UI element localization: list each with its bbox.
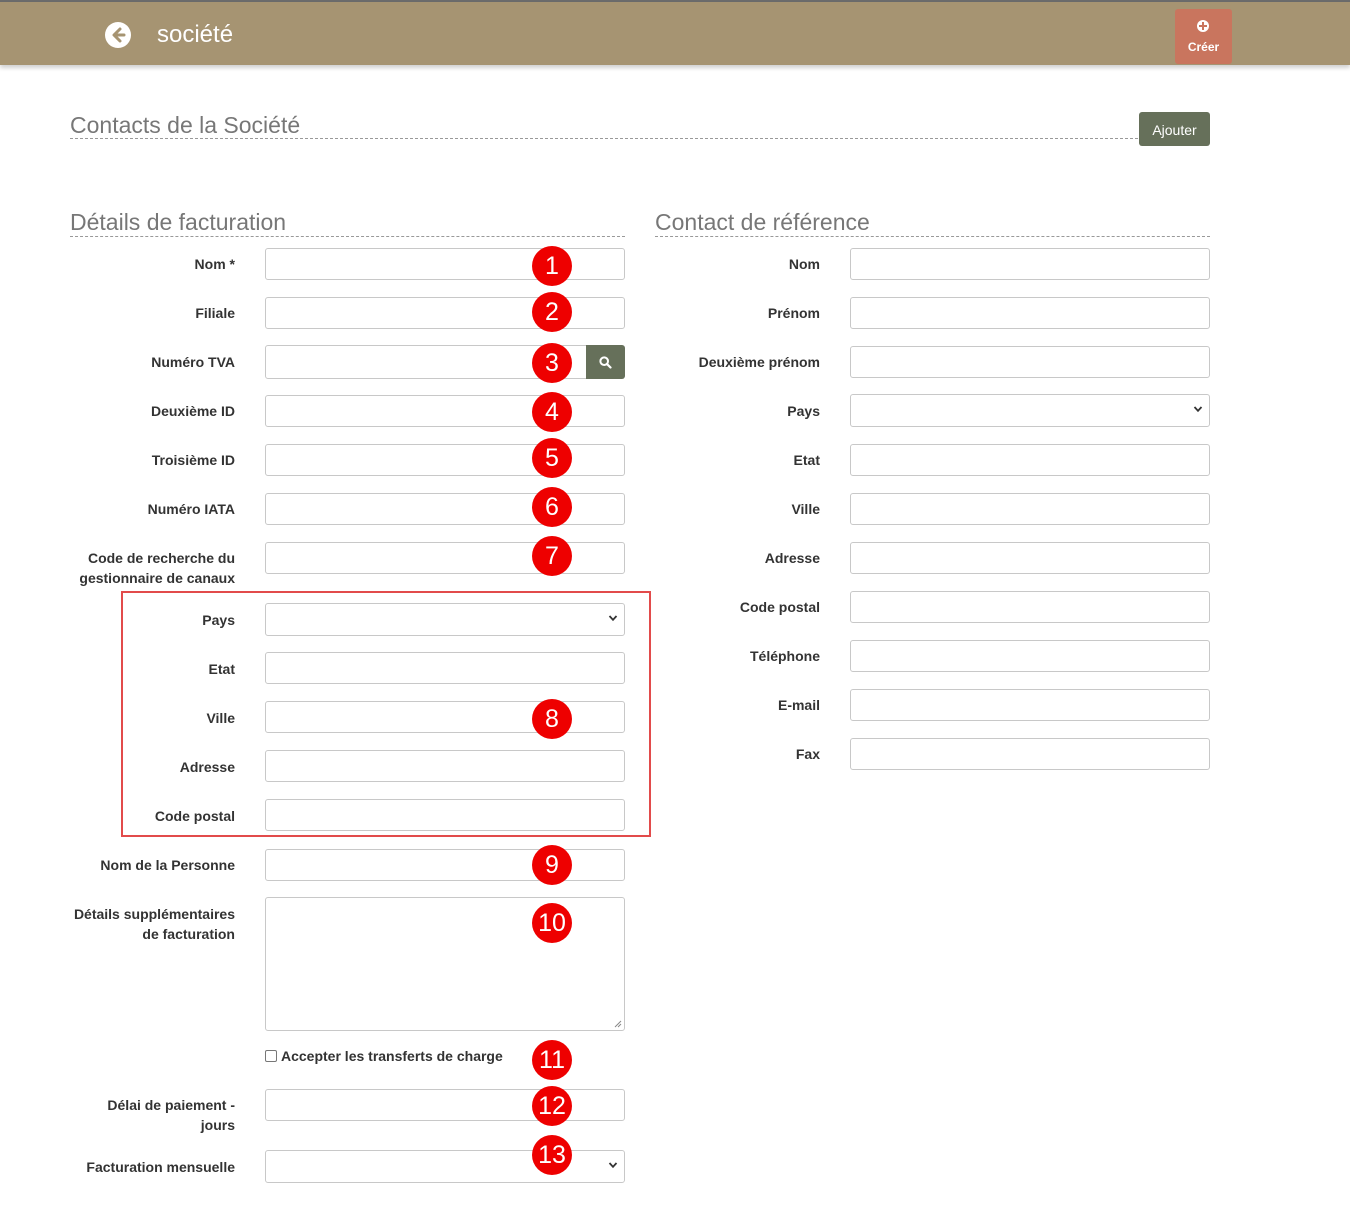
filiale-label: Filiale xyxy=(195,305,235,321)
create-label: Créer xyxy=(1187,40,1220,54)
ref-adresse-input[interactable] xyxy=(850,542,1210,574)
code-recherche-label-line1: Code de recherche du xyxy=(87,550,235,566)
annotation-badge: 5 xyxy=(532,438,572,478)
mensuelle-label: Facturation mensuelle xyxy=(86,1159,235,1175)
resize-grip-icon[interactable] xyxy=(614,1020,622,1028)
page-title: société xyxy=(157,21,234,48)
annotation-badge: 8 xyxy=(532,699,572,739)
personne-label: Nom de la Personne xyxy=(100,857,235,873)
reference-divider xyxy=(655,236,1210,237)
ref-deuxieme-prenom-label: Deuxième prénom xyxy=(698,354,820,370)
ref-email-label: E-mail xyxy=(777,697,820,713)
details-label-line1: Détails supplémentaires xyxy=(73,906,235,922)
annotation-badge: 1 xyxy=(532,246,572,286)
deuxieme-id-label: Deuxième ID xyxy=(150,403,235,419)
delai-label-line1: Délai de paiement - xyxy=(107,1097,235,1113)
chevron-down-icon xyxy=(1193,406,1203,413)
ref-etat-label: Etat xyxy=(793,452,820,468)
ref-code-postal-label: Code postal xyxy=(739,599,820,615)
annotation-badge: 12 xyxy=(532,1086,572,1126)
ref-deuxieme-prenom-input[interactable] xyxy=(850,346,1210,378)
plus-circle-icon xyxy=(1197,20,1209,32)
details-label-line2: de facturation xyxy=(142,926,235,942)
annotation-badge: 2 xyxy=(532,292,572,332)
code-recherche-label-line2: gestionnaire de canaux xyxy=(79,570,235,586)
annotation-badge: 10 xyxy=(532,903,572,943)
contacts-title: Contacts de la Société xyxy=(70,112,301,138)
troisieme-id-label: Troisième ID xyxy=(151,452,235,468)
ref-email-input[interactable] xyxy=(850,689,1210,721)
billing-divider xyxy=(70,236,625,237)
ref-telephone-input[interactable] xyxy=(850,640,1210,672)
search-icon xyxy=(599,356,612,369)
chevron-down-icon xyxy=(608,1162,618,1169)
accept-transfers-label: Accepter les transferts de charge xyxy=(281,1048,503,1064)
ref-fax-label: Fax xyxy=(795,746,820,762)
ref-ville-label: Ville xyxy=(791,501,820,517)
annotation-badge: 6 xyxy=(532,487,572,527)
ref-telephone-label: Téléphone xyxy=(749,648,820,664)
annotation-badge: 9 xyxy=(532,845,572,885)
nom-label: Nom * xyxy=(194,256,235,272)
iata-label: Numéro IATA xyxy=(147,501,235,517)
arrow-left-icon xyxy=(112,27,126,43)
app-header: société Créer xyxy=(0,2,1350,65)
ref-pays-label: Pays xyxy=(787,403,820,419)
annotation-badge: 3 xyxy=(532,343,572,383)
accept-transfers-checkbox[interactable] xyxy=(265,1050,277,1062)
annotation-badge: 4 xyxy=(532,392,572,432)
ref-ville-input[interactable] xyxy=(850,493,1210,525)
annotation-badge: 7 xyxy=(532,536,572,576)
reference-title: Contact de référence xyxy=(655,209,870,235)
annotation-badge: 11 xyxy=(532,1040,572,1080)
annotation-badge: 13 xyxy=(532,1135,572,1175)
ref-pays-select[interactable] xyxy=(850,394,1210,427)
ref-nom-label: Nom xyxy=(788,256,820,272)
ref-etat-input[interactable] xyxy=(850,444,1210,476)
delai-label-line2: jours xyxy=(200,1117,235,1133)
ref-prenom-label: Prénom xyxy=(767,305,820,321)
add-contact-button[interactable]: Ajouter xyxy=(1139,112,1210,146)
ref-fax-input[interactable] xyxy=(850,738,1210,770)
back-button[interactable] xyxy=(105,22,131,48)
ref-nom-input[interactable] xyxy=(850,248,1210,280)
contacts-divider xyxy=(70,138,1138,139)
create-button[interactable]: Créer xyxy=(1175,9,1232,64)
billing-title: Détails de facturation xyxy=(70,209,287,235)
ref-prenom-input[interactable] xyxy=(850,297,1210,329)
tva-label: Numéro TVA xyxy=(151,354,235,370)
ref-adresse-label: Adresse xyxy=(764,550,820,566)
ref-code-postal-input[interactable] xyxy=(850,591,1210,623)
